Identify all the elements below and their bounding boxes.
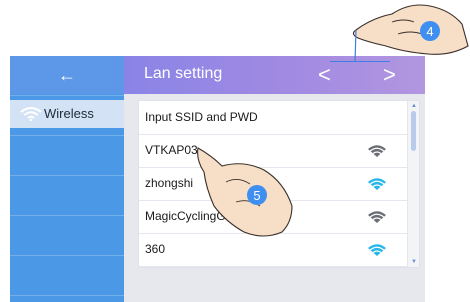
hand-top-icon [352, 4, 469, 63]
list-item-network[interactable]: VTKAP03 [139, 134, 409, 168]
sidebar-item-wireless[interactable]: Wireless [10, 100, 124, 128]
back-arrow-icon: ← [58, 65, 76, 85]
list-item-network[interactable]: zhongshi [139, 167, 409, 201]
list-item-label: VTKAP03 [145, 143, 198, 157]
scroll-down-icon[interactable]: ▼ [411, 259, 417, 265]
list-item-label: MagicCyclingGuest [145, 209, 249, 223]
next-page-button[interactable]: > [383, 62, 396, 88]
wifi-signal-icon [368, 244, 386, 256]
list-item-label: zhongshi [145, 176, 194, 190]
wifi-signal-icon [368, 211, 386, 223]
sidebar-item-label: Wireless [44, 106, 94, 121]
pointer-line [330, 61, 390, 62]
step-4-badge: 4 [420, 21, 440, 41]
scroll-up-icon[interactable]: ▲ [411, 103, 417, 109]
scroll-thumb[interactable] [411, 111, 416, 151]
scrollbar[interactable]: ▲ ▼ [407, 101, 419, 267]
list-item-network[interactable]: 360 [139, 233, 409, 267]
network-list: Input SSID and PWD VTKAP03 zhongshi Magi… [138, 100, 420, 268]
sidebar: ← Wireless [10, 56, 124, 302]
wifi-icon [20, 107, 42, 121]
back-button[interactable]: ← [10, 56, 124, 94]
list-item-label: Input SSID and PWD [145, 110, 258, 124]
step-5-badge: 5 [247, 185, 267, 205]
prev-page-button[interactable]: < [318, 62, 331, 88]
page-title: Lan setting [144, 65, 223, 82]
wifi-signal-icon [368, 178, 386, 190]
list-item-network[interactable]: MagicCyclingGuest [139, 200, 409, 234]
wifi-signal-icon [368, 145, 386, 157]
list-item-label: 360 [145, 242, 166, 256]
list-item-input-ssid[interactable]: Input SSID and PWD [139, 101, 409, 135]
